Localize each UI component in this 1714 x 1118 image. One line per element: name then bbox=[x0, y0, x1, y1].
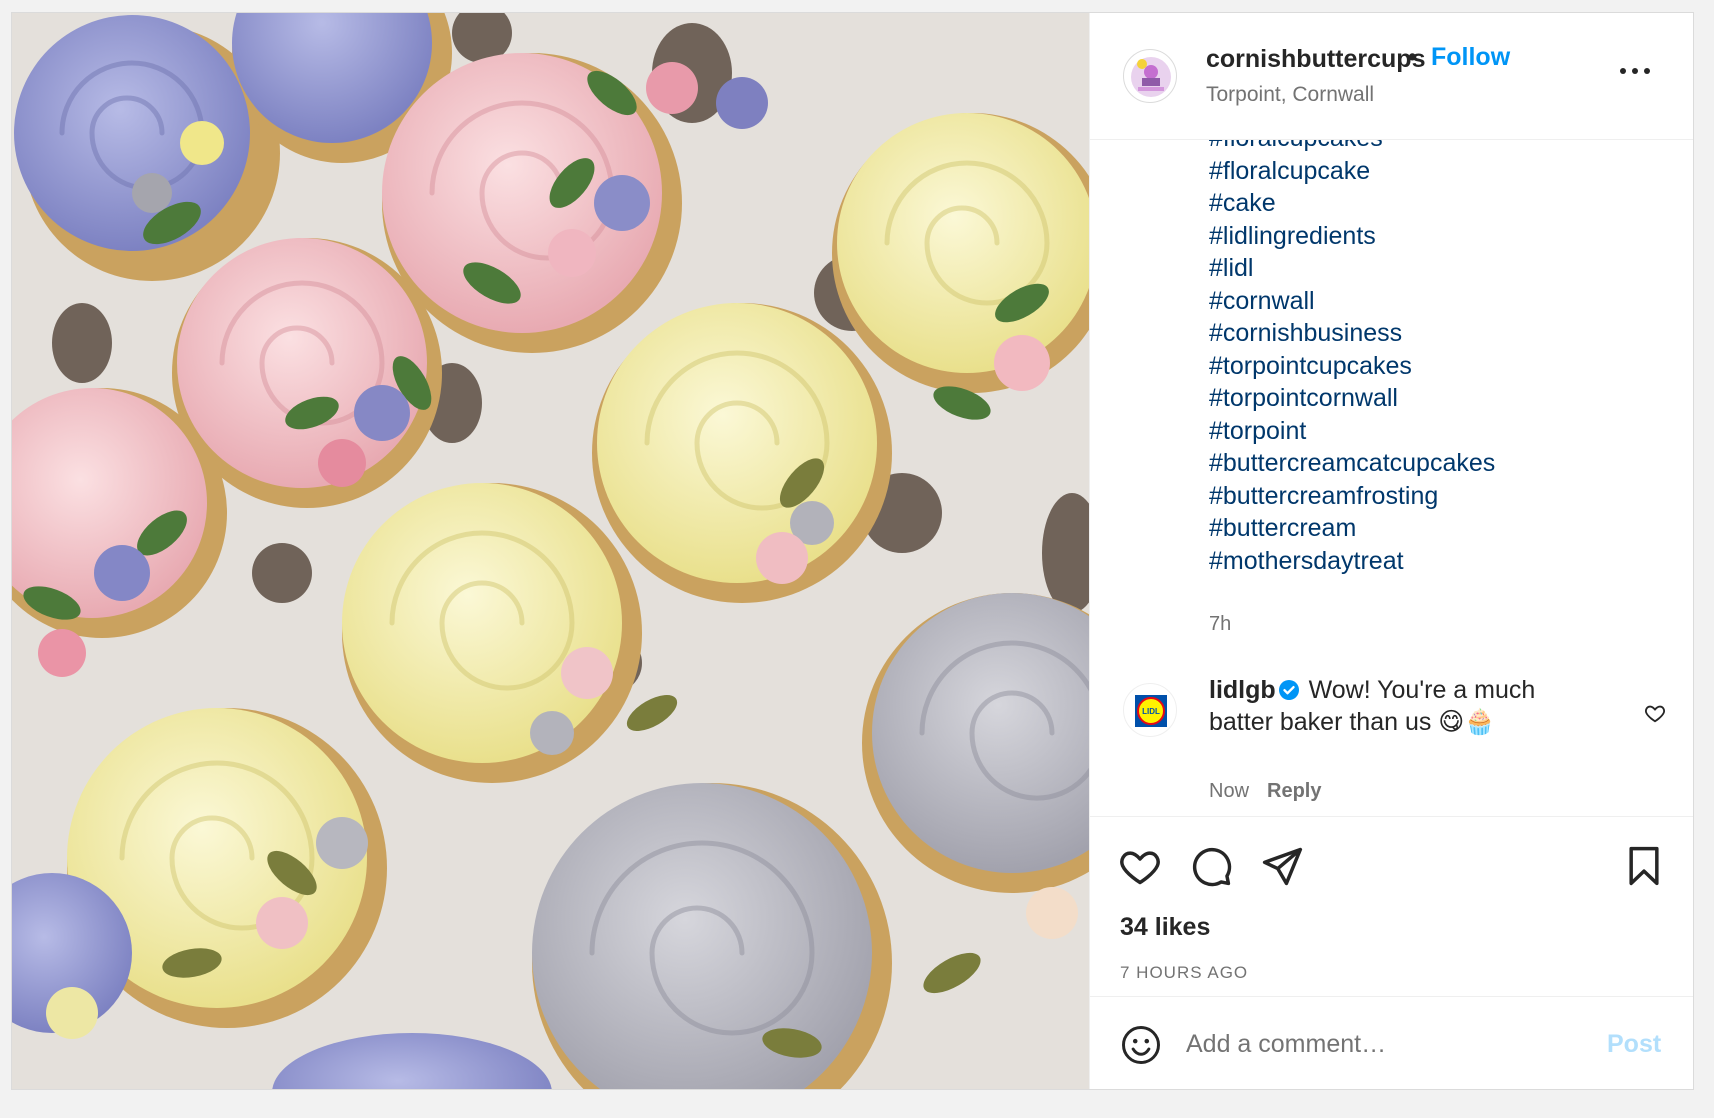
hashtag-link[interactable]: #cornwall bbox=[1209, 285, 1495, 318]
hashtag-link[interactable]: #cake bbox=[1209, 187, 1495, 220]
post-side-panel: cornishbuttercups • Follow Torpoint, Cor… bbox=[1089, 13, 1693, 1089]
follow-button[interactable]: Follow bbox=[1431, 43, 1510, 72]
caption-hashtags: #floralcupcakes #floralcupcake #cake #li… bbox=[1209, 140, 1495, 577]
comment-time: Now bbox=[1209, 780, 1250, 802]
post-header: cornishbuttercups • Follow Torpoint, Cor… bbox=[1090, 13, 1693, 140]
lidl-logo-icon: LIDL bbox=[1135, 695, 1167, 727]
comment-like-heart-icon[interactable] bbox=[1644, 702, 1666, 724]
paper-plane-icon[interactable] bbox=[1260, 844, 1304, 888]
bookmark-icon[interactable] bbox=[1622, 844, 1666, 888]
post-username[interactable]: cornishbuttercups bbox=[1206, 45, 1425, 74]
post-timestamp: 7 HOURS AGO bbox=[1120, 963, 1249, 982]
comments-scroll-area[interactable]: #floralcupcakes #floralcupcake #cake #li… bbox=[1090, 140, 1693, 816]
heart-icon[interactable] bbox=[1118, 844, 1162, 888]
post-actions: 34 likes 7 HOURS AGO bbox=[1090, 816, 1693, 996]
hashtag-link[interactable]: #lidl bbox=[1209, 252, 1495, 285]
hashtag-link[interactable]: #buttercream bbox=[1209, 512, 1495, 545]
comment-bubble-icon[interactable] bbox=[1189, 844, 1233, 888]
smiley-icon[interactable] bbox=[1120, 1024, 1162, 1066]
hashtag-link[interactable]: #cornishbusiness bbox=[1209, 317, 1495, 350]
more-options-icon[interactable] bbox=[1620, 61, 1656, 81]
hashtag-link[interactable]: #torpointcornwall bbox=[1209, 382, 1495, 415]
hashtag-link[interactable]: #buttercreamcatcupcakes bbox=[1209, 447, 1495, 480]
comment-body: lidlgb Wow! You're a much batter baker t… bbox=[1209, 674, 1579, 738]
post-comment-button[interactable]: Post bbox=[1607, 1030, 1661, 1059]
hashtag-link[interactable]: #floralcupcake bbox=[1209, 155, 1495, 188]
comment-avatar[interactable]: LIDL bbox=[1123, 683, 1177, 737]
comment-input[interactable] bbox=[1186, 1021, 1566, 1067]
hashtag-link[interactable]: #torpointcupcakes bbox=[1209, 350, 1495, 383]
post-location[interactable]: Torpoint, Cornwall bbox=[1206, 83, 1374, 107]
post-image[interactable] bbox=[12, 13, 1089, 1089]
comment-username[interactable]: lidlgb bbox=[1209, 676, 1276, 704]
hashtag-link[interactable]: #mothersdaytreat bbox=[1209, 545, 1495, 578]
hashtag-link[interactable]: #buttercreamfrosting bbox=[1209, 480, 1495, 513]
likes-count[interactable]: 34 likes bbox=[1120, 913, 1210, 942]
caption-time: 7h bbox=[1209, 613, 1232, 635]
comment-meta: Now Reply bbox=[1209, 780, 1321, 803]
cupcakes-photo bbox=[12, 13, 1089, 1089]
reply-button[interactable]: Reply bbox=[1267, 780, 1321, 802]
hashtag-link[interactable]: #torpoint bbox=[1209, 415, 1495, 448]
lidl-logo-text: LIDL bbox=[1142, 707, 1160, 716]
post-card: cornishbuttercups • Follow Torpoint, Cor… bbox=[11, 12, 1694, 1090]
profile-avatar[interactable] bbox=[1123, 49, 1177, 103]
hashtag-link[interactable]: #lidlingredients bbox=[1209, 220, 1495, 253]
verified-badge-icon bbox=[1278, 680, 1299, 700]
cornishbuttercups-logo-icon bbox=[1131, 57, 1171, 97]
hashtag-link[interactable]: #floralcupcakes bbox=[1209, 140, 1495, 155]
separator-dot: • bbox=[1408, 43, 1417, 71]
add-comment-bar: Post bbox=[1090, 996, 1693, 1089]
